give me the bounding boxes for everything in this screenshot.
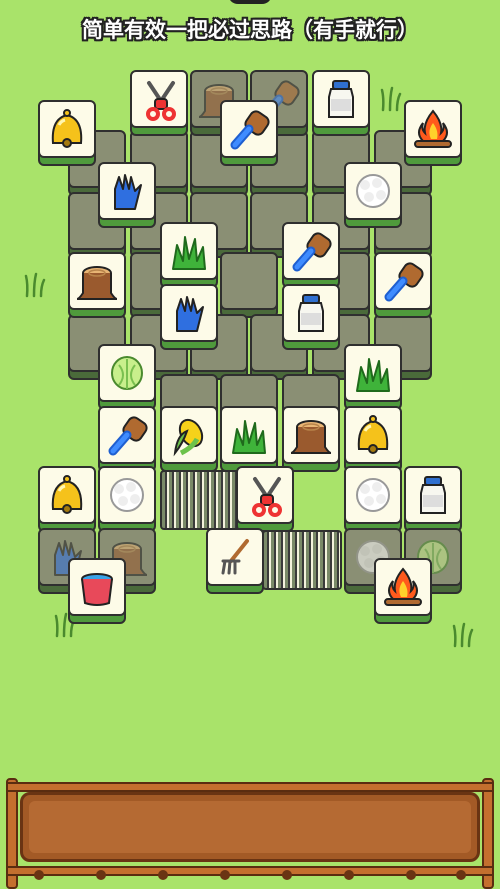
tile-wool[interactable] — [98, 466, 156, 532]
page-title: 简单有效一把必过思路（有手就行） — [82, 18, 418, 42]
tile-glove[interactable] — [98, 162, 156, 228]
wool-icon — [110, 478, 144, 512]
tile-bucket[interactable] — [68, 558, 126, 624]
tray-slot-area — [20, 792, 480, 862]
scissors-icon — [146, 81, 176, 121]
brush-icon — [384, 262, 424, 302]
tile-brush[interactable] — [374, 252, 432, 318]
tile-stack-right — [262, 530, 342, 590]
tile-bell[interactable] — [38, 100, 96, 166]
corn-icon — [173, 418, 204, 457]
tile-brush[interactable] — [282, 222, 340, 288]
grass-icon — [172, 236, 206, 270]
brush-icon — [108, 416, 148, 456]
tile-grass[interactable] — [344, 344, 402, 410]
grass-decoration — [452, 622, 474, 648]
tile-corn[interactable] — [160, 406, 218, 472]
cabbage-icon — [111, 356, 143, 390]
tile-cabbage[interactable] — [98, 344, 156, 410]
tile-stump[interactable] — [68, 252, 126, 318]
tile-glove[interactable] — [160, 284, 218, 350]
tile-brush[interactable] — [220, 100, 278, 166]
bell-icon — [51, 475, 83, 514]
tile-milk[interactable] — [404, 466, 462, 532]
milk-icon — [298, 294, 324, 332]
glove-icon — [176, 296, 204, 332]
bell-icon — [51, 109, 83, 148]
grass-icon — [232, 420, 266, 454]
tile-rake[interactable] — [206, 528, 264, 594]
glove-icon — [114, 174, 142, 210]
milk-icon — [420, 476, 446, 514]
tile-scissors[interactable] — [130, 70, 188, 136]
wool-icon — [356, 174, 390, 208]
tile-campfire[interactable] — [404, 100, 462, 166]
tile-scissors[interactable] — [236, 466, 294, 532]
stump-icon — [290, 420, 332, 454]
tile-milk[interactable] — [282, 284, 340, 350]
tile-grass[interactable] — [220, 406, 278, 472]
tile-bell[interactable] — [38, 466, 96, 532]
brush-icon — [230, 110, 270, 150]
tile-milk[interactable] — [312, 70, 370, 136]
wool-icon — [356, 478, 390, 512]
stump-icon — [76, 266, 118, 300]
campfire-icon — [414, 109, 452, 148]
tile-bell[interactable] — [344, 406, 402, 472]
tile-grass[interactable] — [160, 222, 218, 288]
tile-campfire[interactable] — [374, 558, 432, 624]
grass-icon — [356, 358, 390, 392]
tile-tray — [6, 778, 494, 889]
tile-stack-left — [160, 470, 240, 530]
rake-icon — [221, 539, 249, 575]
notch — [228, 0, 272, 4]
milk-icon — [328, 80, 354, 118]
scissors-icon — [252, 477, 282, 517]
tile-brush[interactable] — [98, 406, 156, 472]
bell-icon — [357, 415, 389, 454]
tile-stump[interactable] — [282, 406, 340, 472]
grass-decoration — [380, 86, 402, 112]
campfire-icon — [384, 567, 422, 606]
bucket-icon — [81, 573, 113, 606]
tile-wool[interactable] — [344, 466, 402, 532]
tile-wool[interactable] — [344, 162, 402, 228]
brush-icon — [292, 232, 332, 272]
grass-decoration — [24, 272, 46, 298]
covered-tile — [220, 252, 278, 318]
